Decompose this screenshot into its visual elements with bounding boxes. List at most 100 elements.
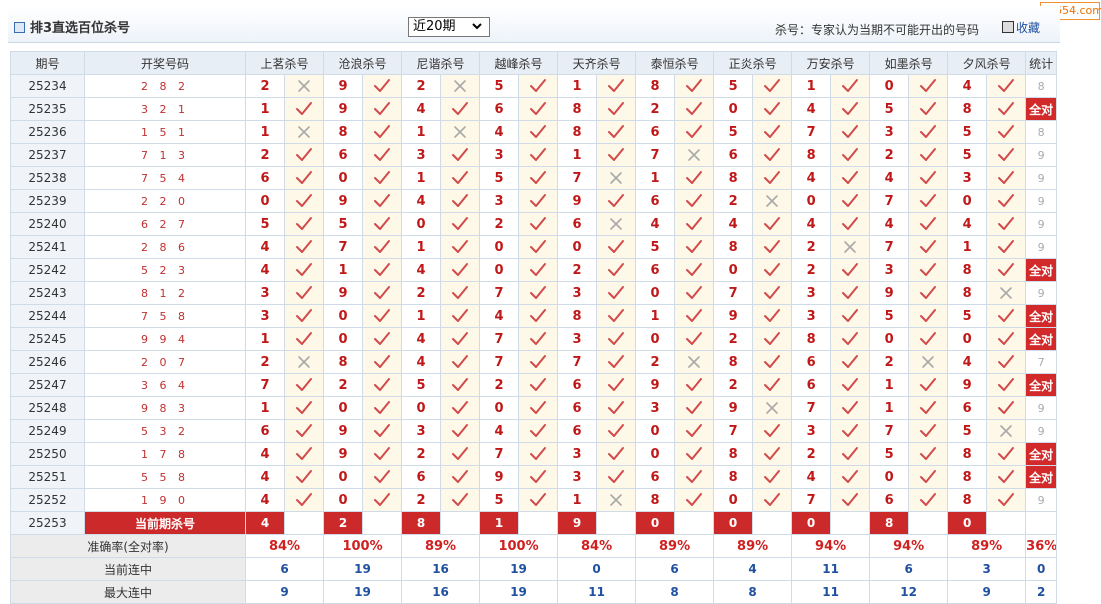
kill-number-cell: 1 (245, 327, 285, 351)
check-icon (362, 212, 403, 236)
kill-number-cell: 0 (245, 189, 285, 213)
kill-number-cell: 0 (635, 281, 676, 305)
kill-number-cell: 3 (635, 396, 676, 420)
check-icon (440, 281, 481, 305)
check-icon (908, 189, 949, 213)
check-icon (986, 189, 1027, 213)
current-streak-row-label: 当前连中 (10, 557, 246, 581)
check-icon (596, 419, 637, 443)
check-icon (674, 304, 715, 328)
check-icon (518, 304, 559, 328)
kill-number-cell: 0 (557, 235, 598, 259)
check-icon (674, 212, 715, 236)
kill-number-cell: 5 (869, 304, 910, 328)
kill-number-cell: 8 (947, 97, 988, 121)
check-icon (752, 442, 793, 466)
check-icon (596, 281, 637, 305)
check-icon (362, 166, 403, 190)
check-icon (518, 97, 559, 121)
kill-number-cell: 6 (635, 120, 676, 144)
current-kill-number: 9 (557, 511, 598, 535)
check-icon (674, 258, 715, 282)
accuracy-row-value: 100% (323, 534, 403, 558)
accuracy-row-value: 94% (869, 534, 949, 558)
kill-number-cell: 7 (869, 235, 910, 259)
kill-number-cell: 8 (713, 235, 754, 259)
kill-number-cell: 4 (947, 212, 988, 236)
column-header-stat: 统计 (1025, 51, 1058, 75)
period-cell: 25243 (10, 281, 85, 305)
check-icon (596, 235, 637, 259)
accuracy-row-value: 84% (557, 534, 637, 558)
check-icon (830, 304, 871, 328)
check-icon (752, 304, 793, 328)
check-icon (674, 189, 715, 213)
kill-number-cell: 8 (947, 258, 988, 282)
current-kill-number: 1 (479, 511, 520, 535)
stat-count-cell: 8 (1025, 74, 1058, 98)
kill-number-cell: 9 (869, 281, 910, 305)
panel-header: 排3直选百位杀号 近20期 杀号：专家认为当期不可能开出的号码 收藏 (8, 6, 1060, 43)
kill-number-cell: 2 (713, 327, 754, 351)
current-kill-number: 0 (947, 511, 988, 535)
column-header-expert: 沧浪杀号 (323, 51, 403, 75)
check-icon (830, 350, 871, 374)
kill-number-cell: 3 (791, 281, 832, 305)
kill-number-cell: 8 (323, 350, 364, 374)
check-icon (283, 258, 325, 282)
check-icon (440, 488, 481, 512)
column-header-expert: 夕风杀号 (947, 51, 1027, 75)
table-row: 25240 6 2 755026444449 (10, 212, 1058, 236)
check-icon (362, 258, 403, 282)
empty-cell (283, 511, 325, 535)
draw-number-cell: 3 2 1 (84, 97, 246, 121)
check-icon (908, 97, 949, 121)
kill-number-cell: 7 (869, 419, 910, 443)
max-streak-row-value: 19 (479, 580, 559, 604)
check-icon (830, 212, 871, 236)
kill-number-cell: 9 (713, 304, 754, 328)
period-cell: 25238 (10, 166, 85, 190)
kill-number-cell: 9 (479, 465, 520, 489)
table-row: 25244 7 5 8 3 0 1 4 8 1 9 3 5 5 全对 (10, 304, 1058, 328)
kill-number-cell: 4 (869, 166, 910, 190)
max-streak-row-value: 9 (947, 580, 1027, 604)
period-cell: 25250 (10, 442, 85, 466)
check-icon (440, 373, 481, 397)
kill-number-cell: 5 (245, 212, 285, 236)
period-range-select[interactable]: 近20期 (408, 17, 490, 37)
column-header-expert: 万安杀号 (791, 51, 871, 75)
kill-number-cell: 9 (323, 97, 364, 121)
kill-number-cell: 3 (401, 143, 442, 167)
kill-number-cell: 0 (713, 488, 754, 512)
kill-number-cell: 3 (245, 281, 285, 305)
current-kill-label: 当前期杀号 (84, 511, 246, 535)
kill-number-cell: 3 (869, 258, 910, 282)
max-streak-row-value: 2 (1025, 580, 1058, 604)
kill-number-cell: 2 (635, 350, 676, 374)
current-streak-row-value: 4 (713, 557, 793, 581)
kill-number-cell: 3 (557, 442, 598, 466)
check-icon (830, 465, 871, 489)
check-icon (908, 327, 949, 351)
check-icon (596, 97, 637, 121)
current-streak-row-value: 16 (401, 557, 481, 581)
period-cell: 25249 (10, 419, 85, 443)
current-kill-number: 0 (713, 511, 754, 535)
kill-number-cell: 7 (791, 488, 832, 512)
all-correct-badge: 全对 (1025, 97, 1058, 121)
current-period-cell: 25253 (10, 511, 85, 535)
kill-number-cell: 7 (713, 419, 754, 443)
kill-number-cell: 0 (323, 304, 364, 328)
favorite-button[interactable]: 收藏 (1002, 19, 1040, 36)
cross-icon (908, 350, 949, 374)
check-icon (283, 212, 325, 236)
kill-number-cell: 0 (323, 327, 364, 351)
kill-number-cell: 0 (713, 97, 754, 121)
check-icon (908, 419, 949, 443)
check-icon (440, 350, 481, 374)
kill-number-cell: 7 (635, 143, 676, 167)
check-icon (362, 120, 403, 144)
cross-icon (283, 350, 325, 374)
check-icon (752, 350, 793, 374)
